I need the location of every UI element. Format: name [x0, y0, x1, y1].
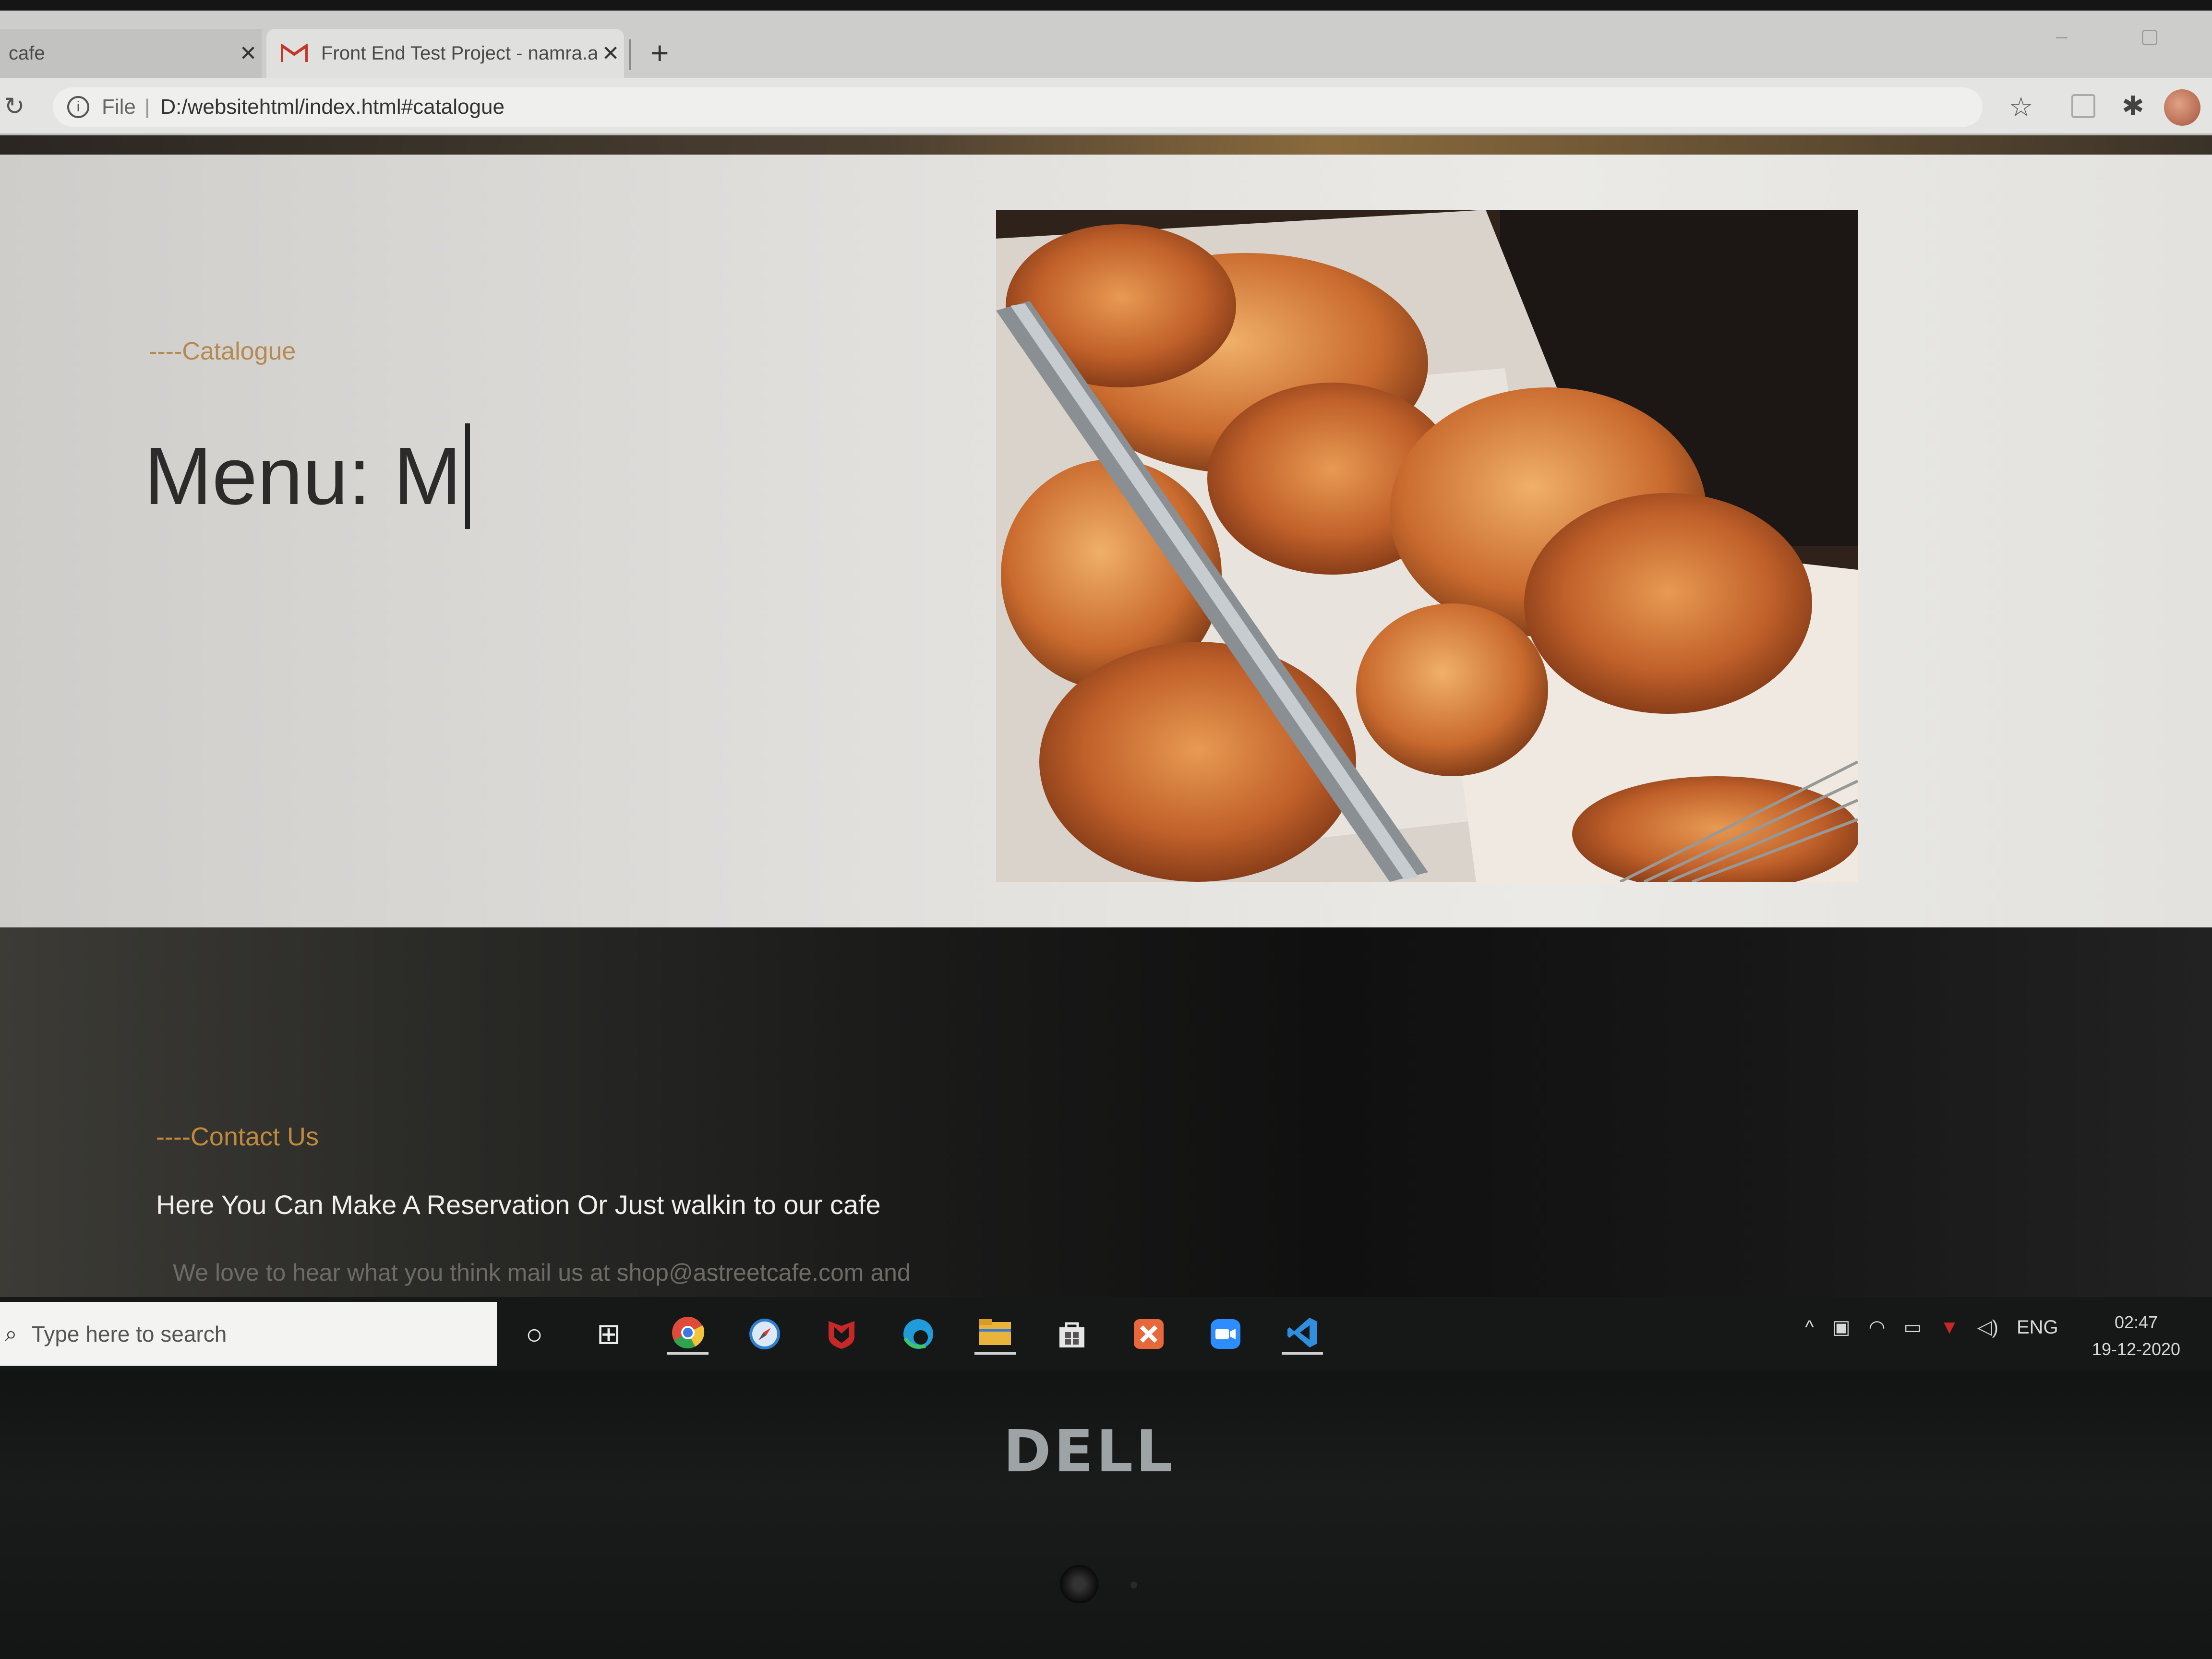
meet-now-icon[interactable]: ▣ — [1832, 1316, 1851, 1338]
window-controls[interactable]: – ▢ — [2056, 24, 2193, 48]
tab-title: Front End Test Project - namra.ac — [321, 42, 597, 64]
clock[interactable]: 02:47 19-12-2020 — [2086, 1309, 2187, 1363]
shield-logo — [829, 1321, 854, 1349]
compass-logo — [749, 1319, 780, 1349]
extension-icon[interactable] — [2071, 94, 2095, 118]
address-bar[interactable]: i File | D:/websitehtml/index.html#catal… — [53, 87, 1983, 127]
browser-tab-strip: cafe ✕ Front End Test Project - namra.ac… — [0, 11, 2212, 78]
tab-title: cafe — [9, 42, 45, 64]
folder-logo — [979, 1319, 1011, 1345]
fried-chicken-image — [996, 210, 1858, 882]
laptop-screen: cafe ✕ Front End Test Project - namra.ac… — [0, 0, 2212, 1370]
edge-icon[interactable] — [898, 1313, 939, 1355]
url-text[interactable]: D:/websitehtml/index.html#catalogue — [160, 95, 505, 119]
laptop-bezel: DELL — [0, 1370, 2212, 1659]
mcafee-icon[interactable] — [821, 1313, 862, 1355]
info-icon[interactable]: i — [67, 96, 89, 118]
fried-chicken-photo — [996, 210, 1858, 882]
screen-top-bezel — [0, 0, 2212, 11]
tab-front-end-test-project[interactable]: Front End Test Project - namra.ac ✕ — [266, 29, 624, 78]
catalogue-section: ----Catalogue Menu: M — [0, 155, 2212, 927]
webcam-led — [1130, 1582, 1137, 1588]
file-explorer-icon[interactable] — [974, 1313, 1016, 1355]
mcafee-tray-icon[interactable]: ▼ — [1940, 1317, 1959, 1338]
profile-avatar[interactable] — [2164, 89, 2200, 126]
menu-heading: Menu: M — [144, 423, 470, 529]
close-tab-icon[interactable]: ✕ — [597, 41, 624, 66]
tab-cafe[interactable]: cafe ✕ — [0, 29, 262, 78]
clock-date: 19-12-2020 — [2092, 1339, 2181, 1359]
bookmark-star-icon[interactable]: ☆ — [2009, 91, 2033, 123]
contact-body-text: We love to hear what you think mail us a… — [173, 1259, 911, 1286]
contact-section: ----Contact Us Here You Can Make A Reser… — [0, 927, 2212, 1297]
chevron-up-icon[interactable]: ^ — [1805, 1317, 1814, 1338]
safari-icon[interactable] — [744, 1313, 785, 1355]
volume-icon[interactable]: ◁) — [1977, 1316, 1998, 1338]
clock-time: 02:47 — [2114, 1312, 2158, 1332]
web-page: ----Catalogue Menu: M ----Contact Us Her… — [0, 135, 2212, 1297]
zoom-icon[interactable] — [1205, 1313, 1246, 1355]
new-tab-icon[interactable]: + — [650, 35, 669, 71]
gmail-icon — [281, 44, 308, 62]
catalogue-eyebrow: ----Catalogue — [149, 337, 296, 365]
reload-icon[interactable]: ↻ — [4, 92, 25, 121]
contact-eyebrow: ----Contact Us — [156, 1122, 319, 1151]
webcam — [1060, 1565, 1098, 1603]
menu-heading-text: Menu: M — [144, 431, 462, 522]
edge-logo — [903, 1319, 933, 1349]
system-tray: ^ ▣ ◠ ▭ ▼ ◁) ENG — [1805, 1316, 2058, 1338]
xampp-icon[interactable] — [1128, 1313, 1169, 1355]
cortana-icon[interactable]: ○ — [514, 1313, 555, 1355]
url-separator: | — [144, 95, 150, 119]
browser-toolbar: ↻ i File | D:/websitehtml/index.html#cat… — [0, 78, 2212, 135]
text-cursor — [465, 423, 470, 529]
windows-taskbar: ⌕ Type here to search ○ ⊞ ^ ▣ ◠ ▭ ▼ ◁) E… — [0, 1297, 2212, 1370]
close-tab-icon[interactable]: ✕ — [235, 41, 262, 66]
vscode-icon[interactable] — [1282, 1313, 1323, 1355]
chrome-logo — [672, 1317, 705, 1348]
chrome-icon[interactable] — [667, 1313, 709, 1355]
store-icon[interactable] — [1051, 1313, 1093, 1355]
vscode-logo — [1287, 1318, 1317, 1347]
task-view-icon[interactable]: ⊞ — [588, 1313, 629, 1355]
dell-logo: DELL — [1003, 1419, 1176, 1485]
zoom-logo — [1211, 1319, 1240, 1349]
wifi-icon[interactable]: ◠ — [1869, 1316, 1886, 1338]
tab-separator — [629, 39, 631, 70]
xampp-logo — [1134, 1319, 1164, 1349]
taskbar-search-input[interactable]: ⌕ Type here to search — [0, 1302, 497, 1366]
contact-title: Here You Can Make A Reservation Or Just … — [156, 1190, 881, 1220]
battery-icon[interactable]: ▭ — [1903, 1316, 1922, 1338]
file-label: File — [102, 95, 136, 119]
language-indicator[interactable]: ENG — [2017, 1317, 2058, 1338]
extensions-puzzle-icon[interactable]: ✱ — [2122, 90, 2144, 122]
search-placeholder: Type here to search — [31, 1321, 227, 1346]
hero-image-strip — [0, 135, 2212, 155]
search-icon: ⌕ — [5, 1321, 17, 1346]
bag-logo — [1059, 1322, 1084, 1347]
